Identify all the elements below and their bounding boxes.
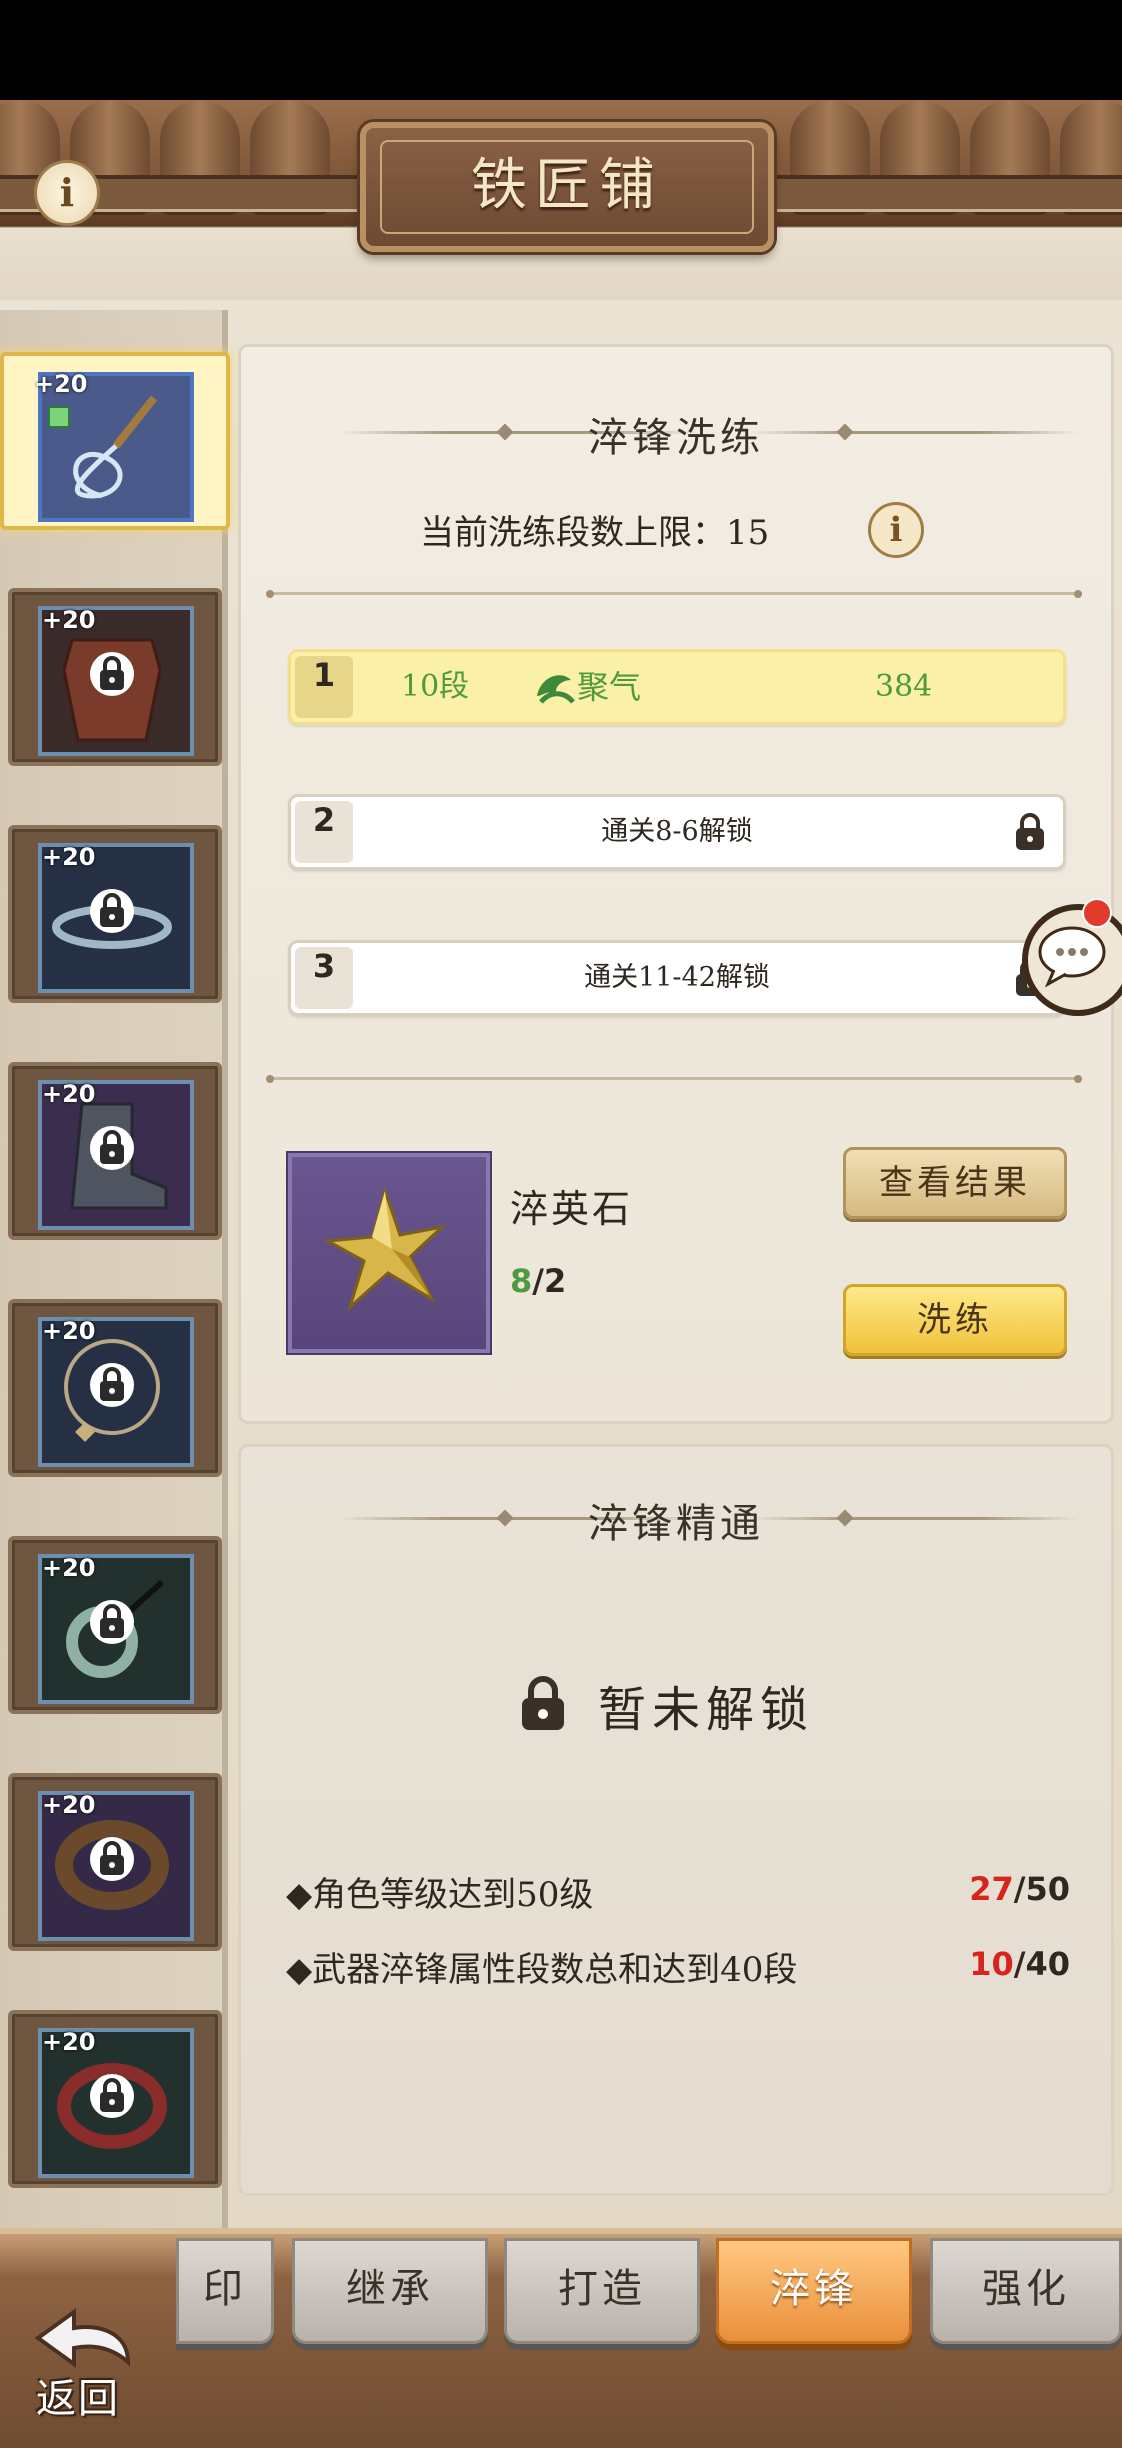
view-result-button[interactable]: 查看结果 [843, 1147, 1067, 1219]
lock-icon [1013, 813, 1047, 855]
locked-status-text: 暂未解锁 [598, 1682, 815, 1738]
lock-icon [90, 1837, 134, 1881]
info-icon[interactable]: i [868, 502, 924, 558]
enhance-level: +20 [42, 1791, 96, 1819]
divider [270, 592, 1082, 595]
tier-level: 10段 [401, 669, 470, 704]
material-name: 淬英石 [510, 1187, 634, 1231]
lock-icon [90, 889, 134, 933]
divider [270, 1077, 1082, 1080]
qi-icon [531, 666, 577, 712]
tab-inherit[interactable]: 继承 [292, 2238, 488, 2344]
divider-dot [1074, 1075, 1082, 1083]
notification-dot [1082, 898, 1112, 928]
refine-button[interactable]: 洗练 [843, 1284, 1067, 1356]
enhance-level: +20 [42, 606, 96, 634]
mastery-panel-title: 淬锋精通 [588, 1501, 764, 1547]
refine-limit-text: 当前洗练段数上限：15 [420, 513, 770, 553]
page-title: 铁匠铺 [471, 153, 663, 218]
condition-current: 27 [969, 1870, 1014, 1908]
condition-item: ◆武器淬锋属性段数总和达到40段 [286, 1950, 798, 1990]
lock-icon [90, 1600, 134, 1644]
grade-badge [48, 406, 70, 428]
equipment-slot-bracelet[interactable]: +20 [8, 1773, 222, 1951]
condition-progress: 27/50 [969, 1870, 1070, 1908]
status-bar [0, 0, 1122, 100]
lock-icon [90, 2074, 134, 2118]
lock-icon [518, 1676, 568, 1736]
enhance-level: +20 [42, 2028, 96, 2056]
tier-unlock-text: 通关8-6解锁 [601, 816, 753, 847]
material-required: /2 [532, 1262, 567, 1300]
tab-enhance[interactable]: 强化 [930, 2238, 1122, 2344]
equipment-slot-belt[interactable]: +20 [8, 825, 222, 1003]
tier-row-2[interactable]: 2 通关8-6解锁 [288, 794, 1066, 870]
condition-item: ◆角色等级达到50级 [286, 1875, 594, 1915]
mastery-panel: 淬锋精通 [238, 1444, 1114, 2196]
lock-icon [90, 1363, 134, 1407]
equipment-slot-jade-pendant[interactable]: +20 [8, 1536, 222, 1714]
divider-dot [266, 1075, 274, 1083]
tab-forge[interactable]: 打造 [504, 2238, 700, 2344]
equipment-slot-armor[interactable]: +20 [8, 588, 222, 766]
enhance-level: +20 [42, 843, 96, 871]
tier-value: 384 [875, 669, 933, 704]
tier-row-1[interactable]: 1 10段 聚气 384 [288, 649, 1066, 725]
tier-row-3[interactable]: 3 通关11-42解锁 [288, 940, 1066, 1016]
lock-icon [90, 1126, 134, 1170]
equipment-slot-necklace[interactable]: +20 [8, 1299, 222, 1477]
condition-target: /50 [1013, 1870, 1070, 1908]
material-owned: 8 [510, 1262, 533, 1300]
equipment-slot-ring[interactable]: +20 [8, 2010, 222, 2188]
material-count: 8/2 [510, 1262, 566, 1300]
enhance-level: +20 [42, 1317, 96, 1345]
tier-attribute: 聚气 [577, 668, 642, 706]
tier-number: 1 [295, 656, 353, 718]
enhance-level: +20 [34, 370, 88, 398]
divider-dot [266, 590, 274, 598]
crystal-icon [323, 1185, 447, 1312]
divider-dot [1074, 590, 1082, 598]
tab-temper[interactable]: 淬锋 [716, 2238, 912, 2344]
enhance-level: +20 [42, 1080, 96, 1108]
tier-number: 3 [295, 947, 353, 1009]
material-slot[interactable] [288, 1153, 490, 1353]
info-icon[interactable]: i [34, 160, 100, 226]
condition-progress: 10/40 [969, 1945, 1070, 1983]
tab-seal[interactable]: 印 [176, 2238, 274, 2344]
back-label: 返回 [36, 2376, 120, 2422]
equipment-slot-whip[interactable]: +20 [0, 352, 230, 530]
lock-icon [90, 652, 134, 696]
tier-number: 2 [295, 801, 353, 863]
condition-current: 10 [969, 1945, 1014, 1983]
tier-unlock-text: 通关11-42解锁 [584, 962, 770, 993]
condition-target: /40 [1013, 1945, 1070, 1983]
enhance-level: +20 [42, 1554, 96, 1582]
refine-panel-title: 淬锋洗练 [588, 415, 764, 461]
equipment-slot-boots[interactable]: +20 [8, 1062, 222, 1240]
